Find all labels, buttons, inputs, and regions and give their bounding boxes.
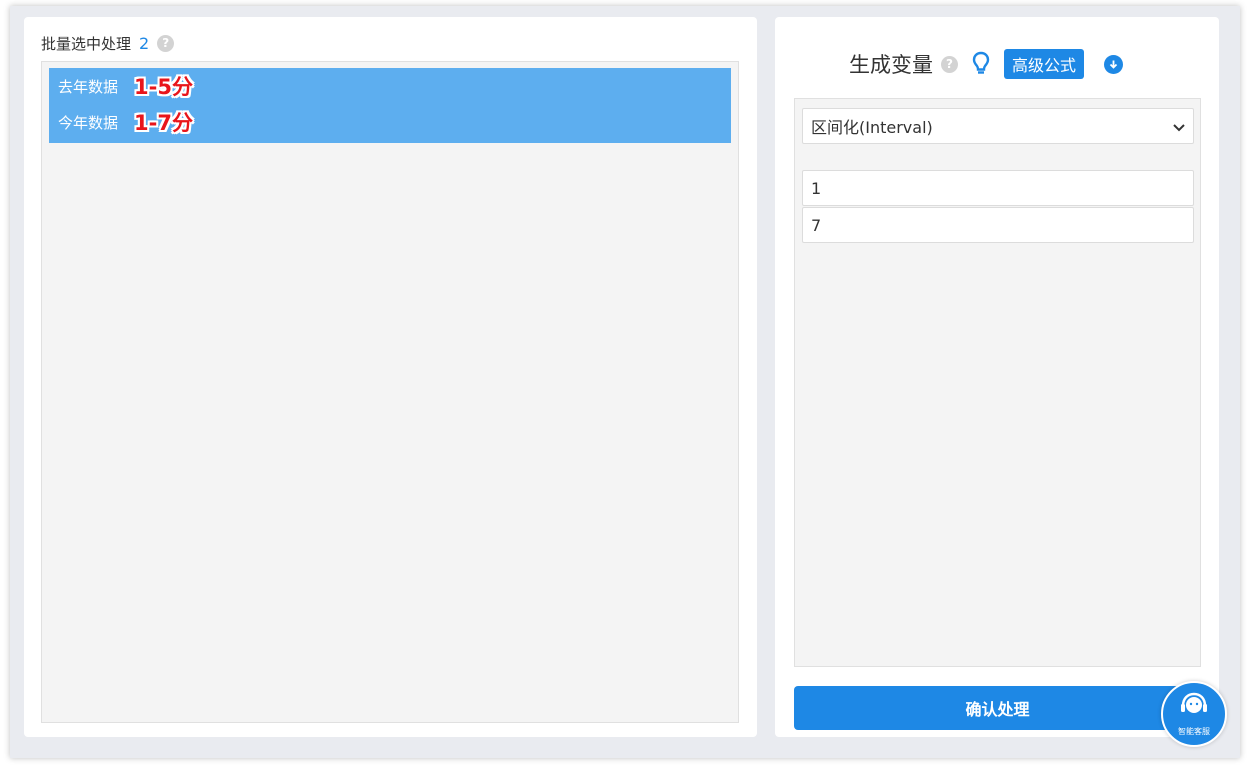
advanced-formula-button[interactable]: 高级公式 <box>1004 49 1085 79</box>
selected-items: 去年数据 1-5分 今年数据 1-7分 <box>49 68 731 143</box>
list-item[interactable]: 去年数据 1-5分 <box>58 72 193 100</box>
download-arrow-icon[interactable] <box>1104 54 1124 74</box>
customer-service-widget[interactable]: 智能客服 <box>1161 681 1227 747</box>
lightbulb-icon[interactable] <box>972 51 990 77</box>
method-select[interactable]: 区间化(Interval) <box>802 108 1194 144</box>
generate-header: 生成变量 ? 高级公式 <box>849 47 1124 81</box>
range-annotation: 1-5分 <box>134 75 193 99</box>
batch-header: 批量选中处理 2 ? <box>41 31 175 55</box>
service-label: 智能客服 <box>1178 726 1210 736</box>
help-icon[interactable]: ? <box>157 34 175 52</box>
method-select-value: 区间化(Interval) <box>811 118 933 137</box>
batch-panel: 批量选中处理 2 ? 去年数据 1-5分 今年数据 1-7分 <box>24 17 757 737</box>
interval-max-input[interactable] <box>802 207 1194 243</box>
method-config-box: 区间化(Interval) <box>794 98 1201 667</box>
batch-title: 批量选中处理 <box>41 34 132 53</box>
panel-title: 生成变量 <box>849 53 933 77</box>
selected-count: 2 <box>139 33 150 53</box>
generate-panel: 生成变量 ? 高级公式 区间化(Interval) 1 7 确认处理 <box>775 17 1219 737</box>
interval-min-input[interactable] <box>802 170 1194 206</box>
range-annotation: 1-7分 <box>134 111 193 135</box>
variable-list: 去年数据 1-5分 今年数据 1-7分 <box>41 61 739 723</box>
list-item-label: 去年数据 <box>58 77 119 96</box>
confirm-button[interactable]: 确认处理 <box>794 686 1201 730</box>
help-icon[interactable]: ? <box>941 55 958 73</box>
headset-icon <box>1179 692 1209 724</box>
list-item[interactable]: 今年数据 1-7分 <box>58 108 193 136</box>
list-item-label: 今年数据 <box>58 113 119 132</box>
chevron-down-icon <box>1173 117 1185 136</box>
